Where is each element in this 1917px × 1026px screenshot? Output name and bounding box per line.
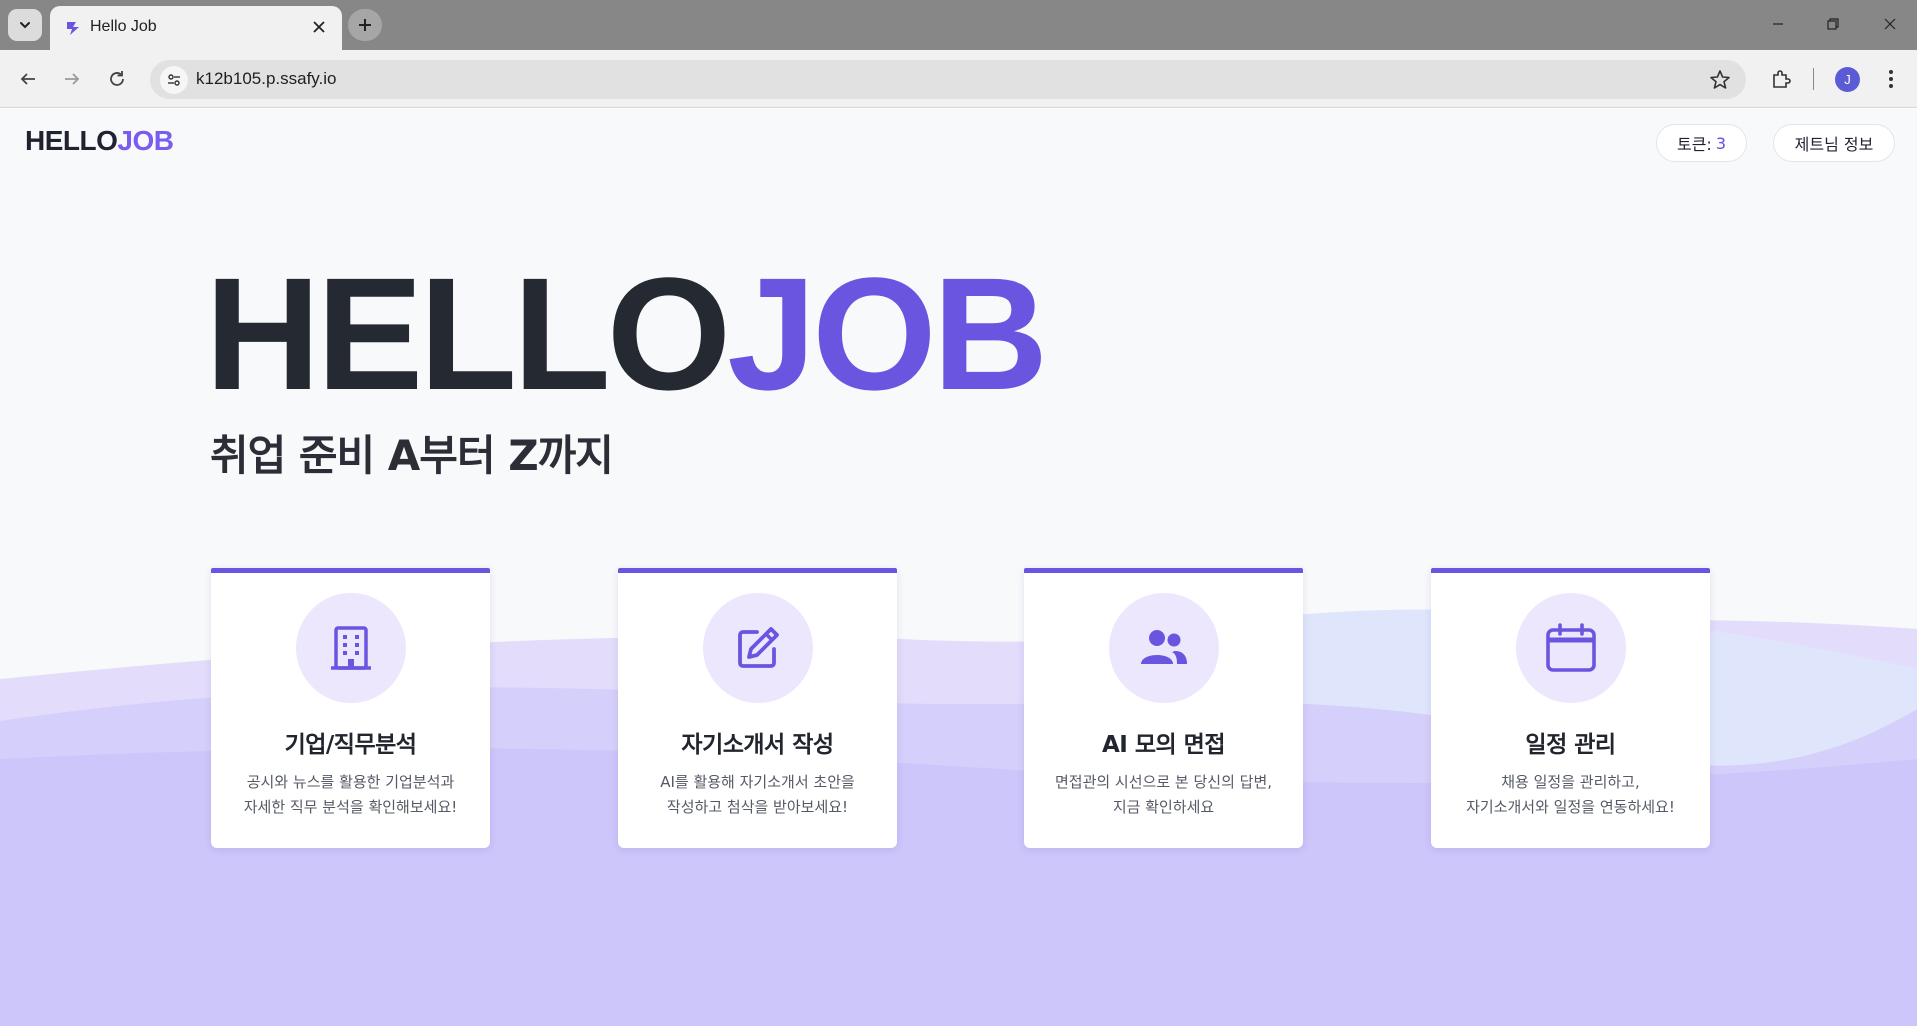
tab-search-button[interactable] xyxy=(8,9,42,41)
reload-button[interactable] xyxy=(100,62,134,96)
url-text[interactable]: k12b105.p.ssafy.io xyxy=(196,69,337,89)
tab-close-button[interactable] xyxy=(308,16,330,38)
minimize-button[interactable] xyxy=(1760,10,1796,38)
card-description: AI를 활용해 자기소개서 초안을 작성하고 첨삭을 받아보세요! xyxy=(618,770,897,820)
close-icon xyxy=(313,21,325,33)
user-info-button[interactable]: 제트님 정보 xyxy=(1773,124,1895,162)
restore-icon xyxy=(1827,18,1839,30)
tune-icon xyxy=(168,74,180,86)
browser-tab[interactable]: Hello Job xyxy=(50,6,342,50)
address-bar[interactable]: k12b105.p.ssafy.io xyxy=(150,60,1746,99)
site-info-button[interactable] xyxy=(160,66,188,94)
users-icon xyxy=(1141,630,1187,664)
token-label: 토큰: xyxy=(1676,135,1712,154)
back-button[interactable] xyxy=(11,62,45,96)
card-description: 공시와 뉴스를 활용한 기업분석과 자세한 직무 분석을 확인해보세요! xyxy=(211,770,490,820)
extensions-button[interactable] xyxy=(1765,63,1797,95)
forward-button[interactable] xyxy=(55,62,89,96)
puzzle-icon xyxy=(1773,70,1791,88)
arrow-right-icon xyxy=(65,73,80,85)
building-icon xyxy=(331,626,371,670)
close-icon xyxy=(1884,18,1896,30)
site-logo[interactable]: HELLOJOB xyxy=(25,125,174,157)
card-icon-circle xyxy=(1109,593,1219,703)
card-desc-line: 자기소개서와 일정을 연동하세요! xyxy=(1466,798,1675,816)
hero-job: JOB xyxy=(727,244,1048,423)
card-desc-line: 면접관의 시선으로 본 당신의 답변, xyxy=(1054,773,1273,791)
favicon-icon xyxy=(67,22,79,35)
more-vertical-icon xyxy=(1889,70,1893,88)
logo-hello: HELLO xyxy=(25,125,118,156)
profile-avatar[interactable]: J xyxy=(1835,67,1860,92)
card-desc-line: AI를 활용해 자기소개서 초안을 xyxy=(660,773,855,791)
minimize-icon xyxy=(1773,23,1783,25)
card-icon-circle xyxy=(296,593,406,703)
reload-icon xyxy=(110,71,124,86)
feature-card-ai-interview[interactable]: AI 모의 면접 면접관의 시선으로 본 당신의 답변, 지금 확인하세요 xyxy=(1024,568,1303,848)
card-description: 채용 일정을 관리하고, 자기소개서와 일정을 연동하세요! xyxy=(1431,770,1710,820)
card-title: 일정 관리 xyxy=(1525,732,1616,758)
card-description: 면접관의 시선으로 본 당신의 답변, 지금 확인하세요 xyxy=(1024,770,1303,820)
card-desc-line: 채용 일정을 관리하고, xyxy=(1501,773,1640,791)
hero-title: HELLOJOB xyxy=(205,254,1048,414)
star-icon[interactable] xyxy=(1708,68,1732,92)
tab-title: Hello Job xyxy=(90,18,157,35)
feature-card-company-analysis[interactable]: 기업/직무분석 공시와 뉴스를 활용한 기업분석과 자세한 직무 분석을 확인해… xyxy=(211,568,490,848)
card-desc-line: 지금 확인하세요 xyxy=(1112,798,1215,816)
chevron-down-icon xyxy=(20,22,30,29)
logo-job: JOB xyxy=(117,125,174,156)
window-close-button[interactable] xyxy=(1872,10,1908,38)
feature-card-cover-letter[interactable]: 자기소개서 작성 AI를 활용해 자기소개서 초안을 작성하고 첨삭을 받아보세… xyxy=(618,568,897,848)
new-tab-button[interactable] xyxy=(348,9,382,41)
page-content: HELLOJOB 토큰: 3 제트님 정보 HELLOJOB 취업 준비 A부터 … xyxy=(0,109,1917,1026)
browser-menu-button[interactable] xyxy=(1876,64,1906,94)
feature-card-schedule[interactable]: 일정 관리 채용 일정을 관리하고, 자기소개서와 일정을 연동하세요! xyxy=(1431,568,1710,848)
card-title: AI 모의 면접 xyxy=(1101,732,1226,758)
hero-hello: HELLO xyxy=(205,244,731,423)
plus-icon xyxy=(359,19,371,31)
toolbar-separator xyxy=(1813,68,1814,90)
card-icon-circle xyxy=(703,593,813,703)
card-desc-line: 자세한 직무 분석을 확인해보세요! xyxy=(243,798,458,816)
card-desc-line: 공시와 뉴스를 활용한 기업분석과 xyxy=(246,773,455,791)
card-title: 기업/직무분석 xyxy=(284,732,417,758)
card-icon-circle xyxy=(1516,593,1626,703)
restore-button[interactable] xyxy=(1815,10,1851,38)
hero-subtitle: 취업 준비 A부터 Z까지 xyxy=(210,431,614,480)
browser-tab-strip: Hello Job xyxy=(0,0,1917,50)
token-count: 3 xyxy=(1715,133,1727,153)
token-badge[interactable]: 토큰: 3 xyxy=(1656,124,1747,162)
card-title: 자기소개서 작성 xyxy=(681,732,834,758)
calendar-icon xyxy=(1546,623,1596,672)
edit-icon xyxy=(738,627,779,668)
browser-toolbar: k12b105.p.ssafy.io J xyxy=(0,50,1917,108)
arrow-left-icon xyxy=(20,73,35,85)
card-desc-line: 작성하고 첨삭을 받아보세요! xyxy=(666,798,849,816)
